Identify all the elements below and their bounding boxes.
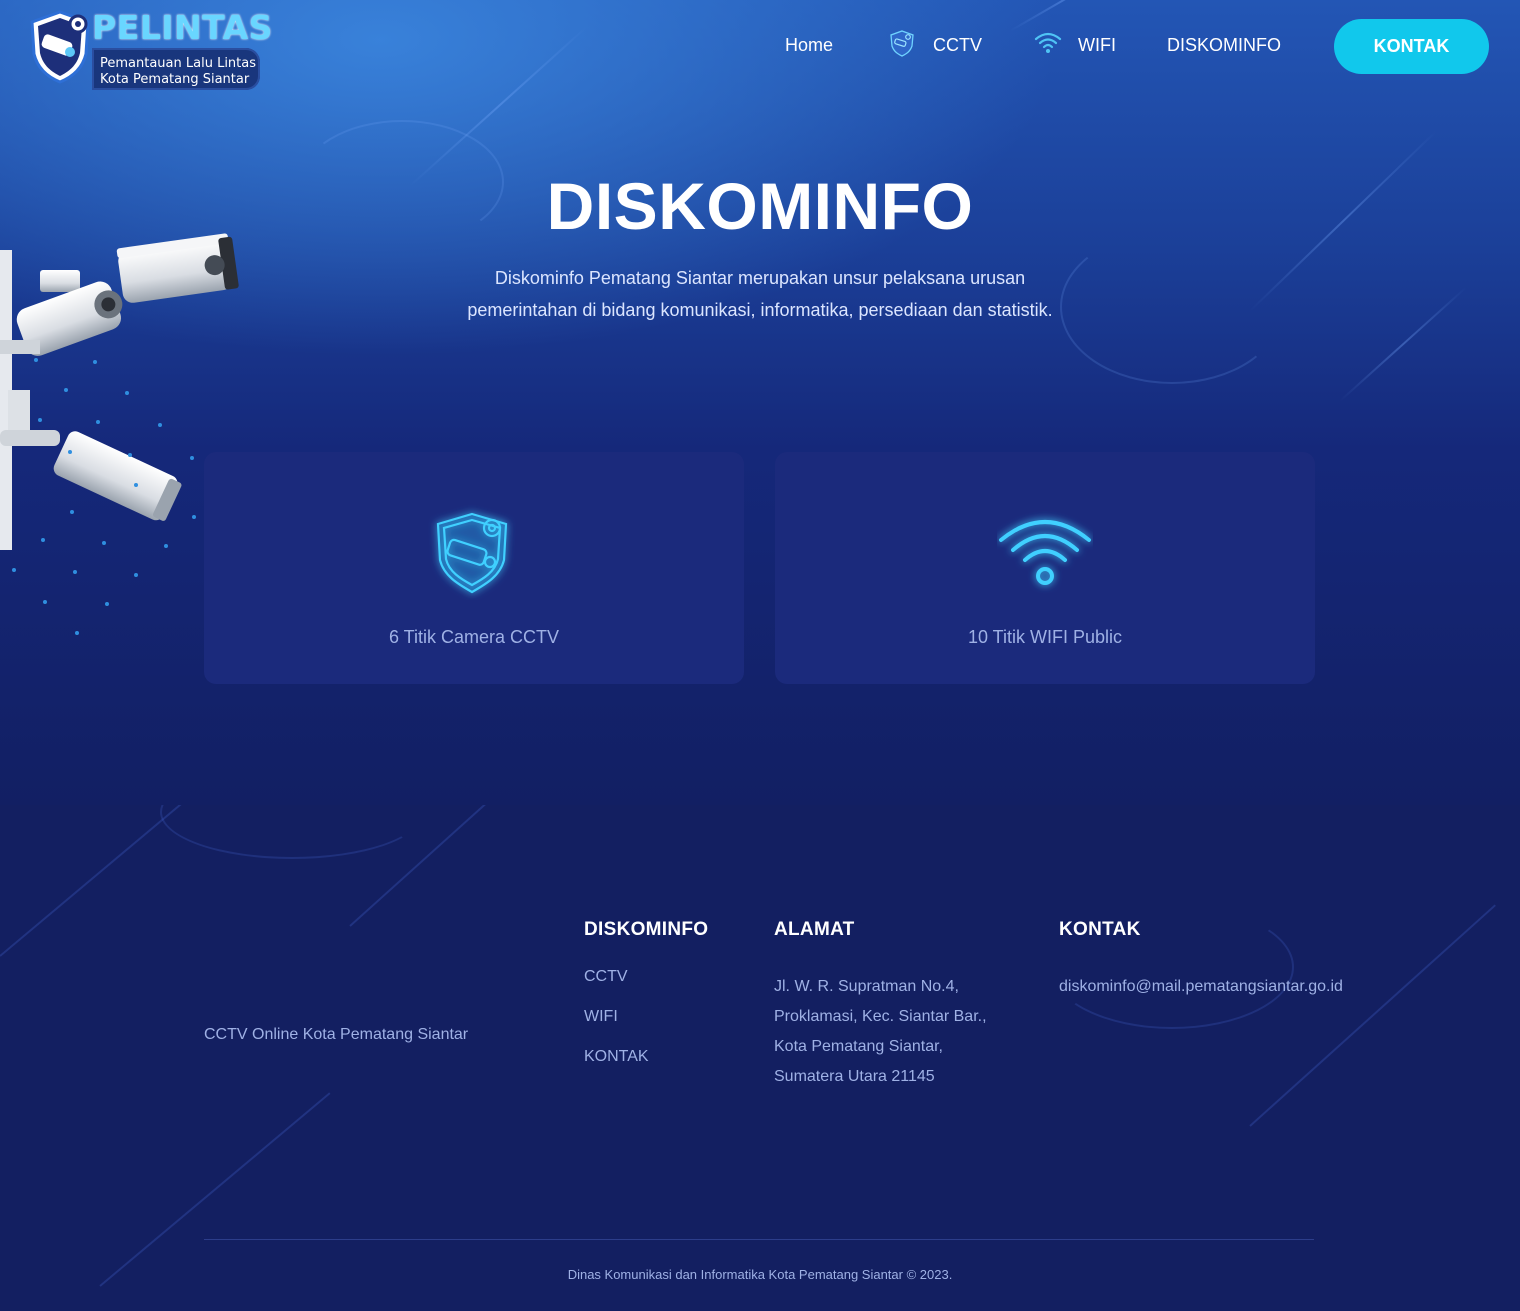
logo-brand-text: PELINTAS [92,8,273,47]
footer-link-cctv[interactable]: CCTV [584,968,628,986]
footer-heading-kontak: KONTAK [1059,919,1141,940]
cctv-shield-icon [436,512,508,594]
cctv-shield-icon [890,30,914,57]
stat-card-cctv[interactable]: 6 Titik Camera CCTV [204,452,744,684]
footer-heading-diskominfo: DISKOMINFO [584,919,709,940]
decor-streak [1249,904,1496,1127]
footer-divider [204,1239,1314,1240]
nav-diskominfo-label: DISKOMINFO [1167,35,1282,55]
footer-address-line: Sumatera Utara 21145 [774,1068,935,1085]
footer-tagline: CCTV Online Kota Pematang Siantar [204,1026,469,1043]
wifi-icon [999,520,1091,585]
hero-section: PELINTAS Pemantauan Lalu Lintas Kota Pem… [0,0,1520,805]
footer-heading-alamat: ALAMAT [774,919,855,940]
footer-address-line: Proklamasi, Kec. Siantar Bar., [774,1008,987,1025]
footer-link-wifi[interactable]: WIFI [584,1008,618,1026]
decor-streak [1009,0,1115,32]
nav-cctv-label: CCTV [933,35,982,55]
logo-tagline-2: Kota Pematang Siantar [100,72,250,87]
hero-description-line-1: Diskominfo Pematang Siantar merupakan un… [494,268,1026,288]
decor-curve [160,805,424,859]
logo-shield-icon [30,10,90,84]
footer-link-kontak[interactable]: KONTAK [584,1048,649,1066]
footer-email-link[interactable]: diskominfo@mail.pematangsiantar.go.id [1059,978,1343,996]
nav-home-label: Home [785,35,834,55]
kontak-button[interactable]: KONTAK [1334,19,1489,74]
stat-card-wifi[interactable]: 10 Titik WIFI Public [775,452,1315,684]
hero-description-line-2: pemerintahan di bidang komunikasi, infor… [467,300,1053,320]
stat-label: 10 Titik WIFI Public [967,627,1123,647]
site-footer: CCTV Online Kota Pematang Siantar DISKOM… [0,805,1520,1311]
decor-streak [1339,286,1468,402]
logo-tagline-1: Pemantauan Lalu Lintas [100,56,257,71]
footer-address-line: Kota Pematang Siantar, [774,1038,943,1055]
footer-copyright: Dinas Komunikasi dan Informatika Kota Pe… [567,1267,953,1282]
stat-label: 6 Titik Camera CCTV [388,627,560,647]
wifi-icon [1034,32,1062,53]
decor-streak [99,1092,331,1287]
nav-wifi-label: WIFI [1078,35,1116,55]
site-logo[interactable]: PELINTAS Pemantauan Lalu Lintas Kota Pem… [28,8,272,90]
footer-address-line: Jl. W. R. Supratman No.4, [774,978,959,995]
